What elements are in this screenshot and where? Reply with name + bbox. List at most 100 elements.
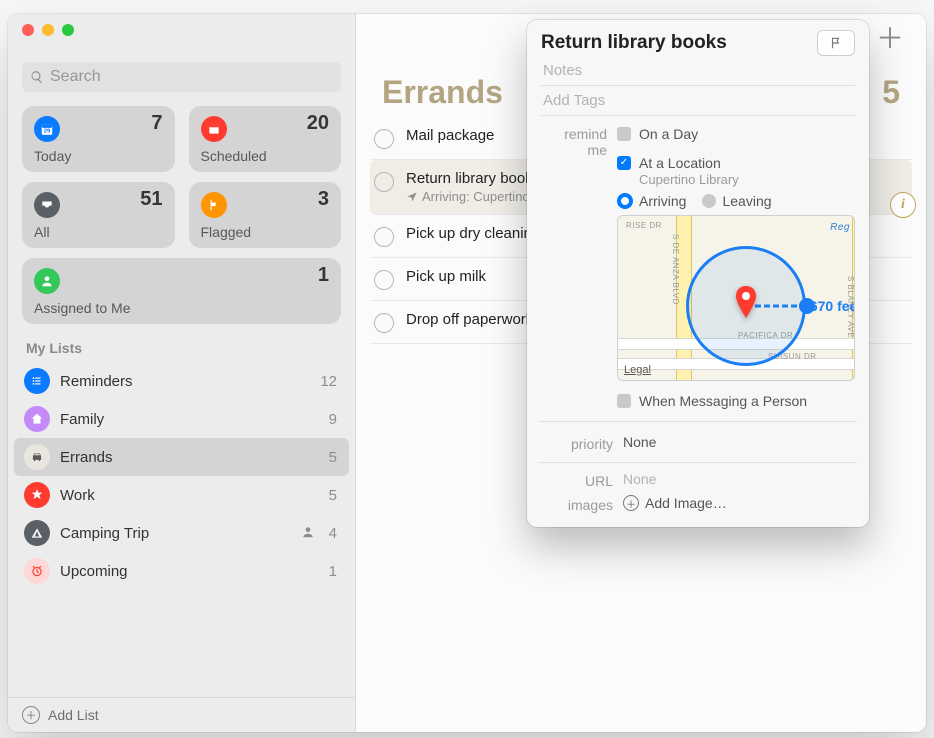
list-count: 1 [329,563,337,580]
url-field[interactable]: None [623,471,855,489]
tags-field[interactable]: Add Tags [541,86,855,116]
filter-assigned-label: Assigned to Me [34,300,329,316]
radius-label: 670 feet [810,298,855,314]
plus-icon: ＋ [22,706,40,724]
list-reminders[interactable]: Reminders 12 [14,362,349,400]
leaving-label: Leaving [722,193,771,209]
list-count: 4 [329,525,337,542]
search-input[interactable] [22,62,341,92]
list-errands[interactable]: Errands 5 [14,438,349,476]
geofence-overlay[interactable]: 670 feet [686,246,806,366]
filter-scheduled-count: 20 [307,112,329,135]
flag-button[interactable] [817,30,855,56]
plus-icon: ＋ [623,495,639,511]
filter-all-count: 51 [140,188,162,211]
search-icon [30,70,44,84]
filter-assigned-count: 1 [318,264,329,287]
flag-icon [201,192,227,218]
add-reminder-button[interactable]: ＋ [876,25,904,53]
priority-select[interactable]: None [623,434,855,452]
on-a-day-checkbox[interactable]: On a Day [617,124,698,144]
list-work[interactable]: Work 5 [14,476,349,514]
add-image-button[interactable]: ＋ Add Image… [623,495,855,513]
street-label: RISE DR [626,221,662,230]
list-count: 12 [320,373,337,390]
on-a-day-label: On a Day [639,126,698,142]
filter-scheduled-label: Scheduled [201,148,330,164]
list-count: 5 [329,449,337,466]
list-camping-trip[interactable]: Camping Trip 4 [14,514,349,552]
shared-icon [301,525,315,542]
notes-field[interactable]: Notes [541,56,855,86]
list-label: Reminders [60,373,133,390]
geofence-map[interactable]: RISE DR S DE ANZA BLVD PACIFICA DR SUISU… [617,215,855,381]
reminder-details-popover: Return library books Notes Add Tags remi… [527,20,869,527]
reminder-title: Drop off paperwork [406,311,533,328]
sidebar: 29 7 Today 20 Scheduled 51 All [8,14,356,732]
add-image-label: Add Image… [645,495,727,511]
list-icon [24,368,50,394]
home-icon [24,406,50,432]
arriving-label: Arriving [639,193,686,209]
filter-all[interactable]: 51 All [22,182,175,248]
filter-flagged-count: 3 [318,188,329,211]
add-list-button[interactable]: ＋ Add List [8,697,355,732]
list-label: Upcoming [60,563,128,580]
window-controls [22,24,74,36]
person-icon [34,268,60,294]
location-icon [406,191,418,203]
reminder-title: Pick up milk [406,268,486,285]
priority-label: priority [541,434,613,452]
filter-today[interactable]: 29 7 Today [22,106,175,172]
complete-toggle[interactable] [374,129,394,149]
when-messaging-checkbox[interactable]: When Messaging a Person [617,391,807,411]
location-name: Cupertino Library [639,172,855,187]
filter-flagged-label: Flagged [201,224,330,240]
tent-icon [24,520,50,546]
svg-text:29: 29 [44,129,51,135]
minimize-window-button[interactable] [42,24,54,36]
popover-title: Return library books [541,32,727,54]
filter-assigned[interactable]: 1 Assigned to Me [22,258,341,324]
street-label: S DE ANZA BLVD [671,234,680,305]
street-label: Reg [830,222,850,233]
calendar-icon [201,116,227,142]
leaving-radio[interactable]: Leaving [702,193,771,209]
info-button[interactable]: i [890,192,916,218]
list-family[interactable]: Family 9 [14,400,349,438]
arriving-radio[interactable]: Arriving [617,193,686,209]
star-icon [24,482,50,508]
url-label: URL [541,471,613,489]
lists-header: My Lists [8,324,355,362]
alarm-icon [24,558,50,584]
remind-me-label: remind me [541,124,607,411]
list-label: Work [60,487,95,504]
list-total-count: 5 [882,74,900,111]
tray-icon [34,192,60,218]
complete-toggle[interactable] [374,172,394,192]
map-pin-icon [735,286,757,323]
list-count: 5 [329,487,337,504]
flag-icon [829,36,843,50]
when-messaging-label: When Messaging a Person [639,393,807,409]
filter-flagged[interactable]: 3 Flagged [189,182,342,248]
list-label: Errands [60,449,113,466]
list-label: Camping Trip [60,525,149,542]
at-a-location-checkbox[interactable]: ✓ At a Location [617,153,721,173]
add-list-label: Add List [48,707,99,723]
fullscreen-window-button[interactable] [62,24,74,36]
filter-all-label: All [34,224,163,240]
map-legal-link[interactable]: Legal [624,364,651,376]
complete-toggle[interactable] [374,270,394,290]
close-window-button[interactable] [22,24,34,36]
car-icon [24,444,50,470]
reminder-title: Pick up dry cleaning [406,225,540,242]
filter-today-count: 7 [151,112,162,135]
complete-toggle[interactable] [374,313,394,333]
list-upcoming[interactable]: Upcoming 1 [14,552,349,590]
calendar-today-icon: 29 [34,116,60,142]
reminder-title: Mail package [406,127,494,144]
complete-toggle[interactable] [374,227,394,247]
list-label: Family [60,411,104,428]
filter-scheduled[interactable]: 20 Scheduled [189,106,342,172]
